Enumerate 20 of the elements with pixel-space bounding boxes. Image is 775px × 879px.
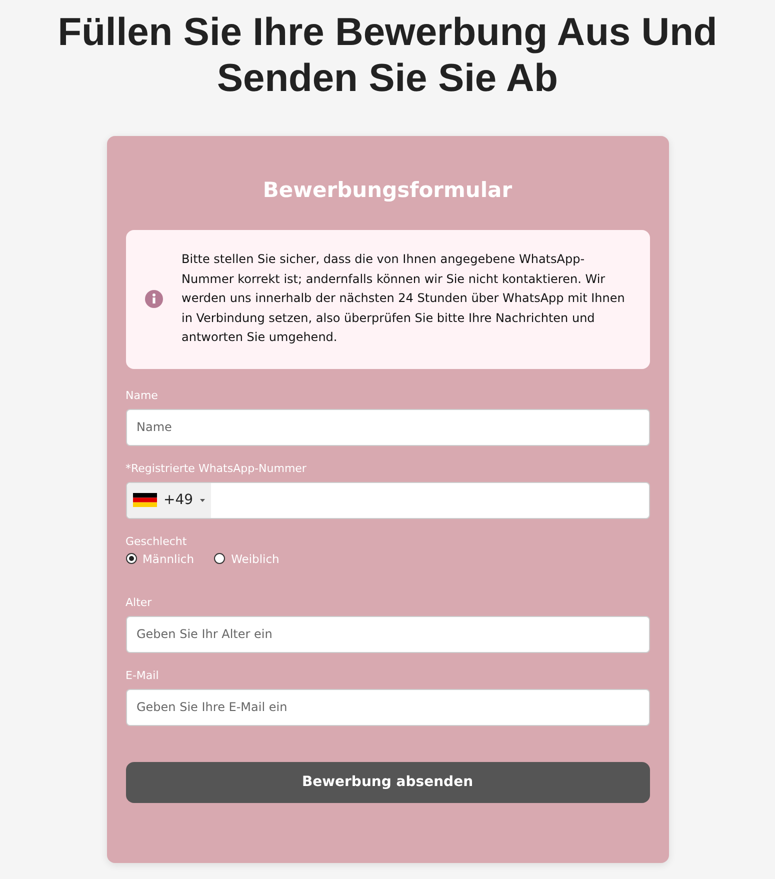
flag-icon (132, 493, 156, 507)
page-heading: Füllen Sie Ihre Bewerbung Aus Und Senden Sie Sie Ab (56, 10, 718, 102)
phone-field[interactable]: +49 (126, 482, 650, 518)
field-label: *Registrierte WhatsApp-Nummer (126, 462, 306, 474)
field-label: Geschlecht (126, 534, 187, 548)
radio-button[interactable] (126, 553, 136, 564)
input-field[interactable]: Name (126, 408, 650, 446)
input-field[interactable]: Geben Sie Ihre E-Mail ein (126, 688, 650, 726)
form-title: Bewerbungsformular (262, 178, 514, 202)
input-field[interactable]: Geben Sie Ihr Alter ein (126, 616, 650, 652)
caret-icon (200, 498, 206, 502)
field-label: Alter (126, 596, 152, 608)
field-label: E-Mail (126, 668, 159, 682)
info-icon (144, 290, 162, 308)
country-code: +49 (164, 492, 194, 508)
field-label: Name (126, 388, 158, 402)
radio-button[interactable] (214, 553, 226, 564)
submit-button[interactable]: Bewerbung absenden (126, 762, 650, 802)
notice-text: Bitte stellen Sie sicher, dass die von Ihnen angegebene WhatsApp-Nummer korrekt ist; andernfalls können wir Sie nicht kontaktieren. Wir werden uns innerhalb der nächsten 24 Stunden über WhatsApp mit Ihnen in Verbindung setzen, also überprüfen Sie bitte Ihre Nachrichten und antworten Sie umgehend. (182, 251, 626, 346)
country-code-selector[interactable]: +49 (126, 482, 212, 518)
